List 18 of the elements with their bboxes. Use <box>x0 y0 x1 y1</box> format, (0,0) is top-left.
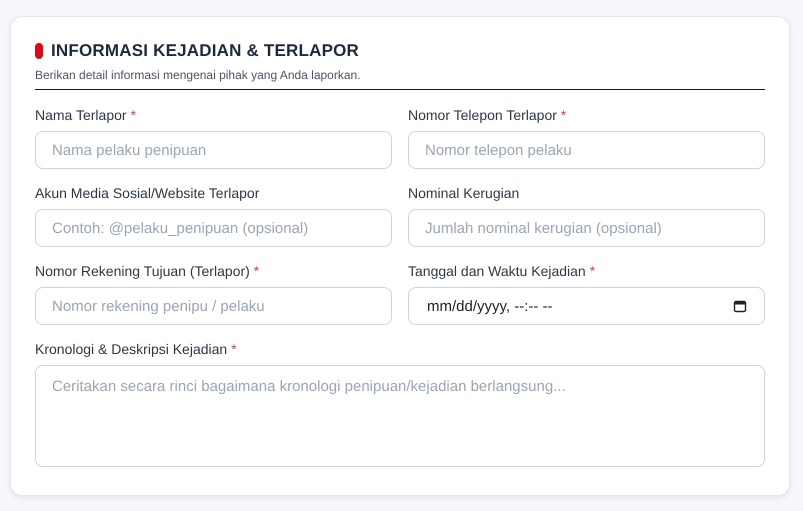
text-field[interactable]: Contoh: @pelaku_penipuan (opsional) <box>35 209 392 247</box>
text-area[interactable]: Ceritakan secara rinci bagaimana kronologi penipuan/kejadian berlangsung... <box>35 365 765 467</box>
text-field[interactable]: Jumlah nominal kerugian (opsional) <box>408 209 765 247</box>
field-label: Nomor Rekening Tujuan (Terlapor) * <box>35 263 260 280</box>
text-field[interactable]: Nama pelaku penipuan <box>35 131 392 169</box>
field-label: Nominal Kerugian <box>408 185 520 202</box>
field-label: Nomor Telepon Terlapor * <box>408 107 566 124</box>
field-label: Akun Media Sosial/Website Terlapor <box>35 185 260 202</box>
field-label: Nama Terlapor * <box>35 107 136 124</box>
text-field[interactable]: Nomor telepon pelaku <box>408 131 765 169</box>
field-label: Tanggal dan Waktu Kejadian * <box>408 263 596 280</box>
field-label: Kronologi & Deskripsi Kejadian * <box>35 341 237 358</box>
text-field[interactable]: Nomor rekening penipu / pelaku <box>35 287 392 325</box>
calendar-icon[interactable] <box>733 299 747 313</box>
section-subtitle: Berikan detail informasi mengenai pihak yang Anda laporkan. <box>35 68 361 82</box>
section-title: INFORMASI KEJADIAN & TERLAPOR <box>51 41 360 61</box>
accent-bar <box>35 43 43 59</box>
date-time-field[interactable]: mm/dd/yyyy, --:-- -- <box>408 287 765 325</box>
